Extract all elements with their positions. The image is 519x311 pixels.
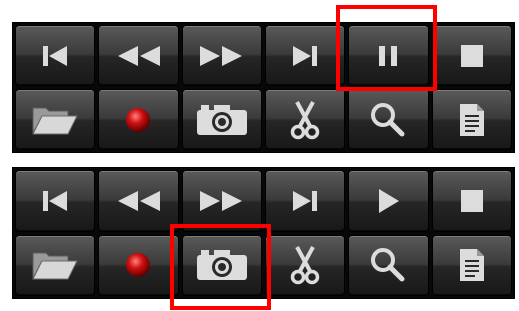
record-button[interactable] — [98, 234, 179, 296]
play-button[interactable] — [348, 170, 429, 232]
rewind-button[interactable] — [98, 25, 179, 86]
magnifier-icon — [371, 248, 405, 282]
pause-icon — [379, 45, 398, 66]
record-icon — [126, 253, 151, 278]
record-icon — [126, 107, 151, 132]
fast-forward-icon — [199, 190, 242, 211]
zoom-button[interactable] — [348, 234, 429, 296]
stop-button[interactable] — [431, 25, 512, 86]
skip-to-start-icon — [43, 45, 68, 66]
skip-to-end-icon — [293, 45, 318, 66]
cut-button[interactable] — [265, 234, 346, 296]
folder-icon — [32, 252, 78, 280]
fast-forward-button[interactable] — [181, 170, 262, 232]
stop-button[interactable] — [431, 170, 512, 232]
rewind-icon — [118, 190, 161, 211]
player-control-panel-1 — [12, 22, 515, 153]
skip-to-start-icon — [43, 190, 68, 211]
record-button[interactable] — [98, 89, 179, 150]
play-icon — [379, 188, 400, 213]
fast-forward-button[interactable] — [181, 25, 262, 86]
rewind-icon — [118, 45, 161, 66]
snapshot-button[interactable] — [181, 234, 262, 296]
fast-forward-icon — [199, 45, 242, 66]
zoom-button[interactable] — [348, 89, 429, 150]
document-button[interactable] — [431, 89, 512, 150]
document-icon — [459, 103, 484, 136]
open-folder-button[interactable] — [15, 89, 96, 150]
skip-to-end-button[interactable] — [265, 170, 346, 232]
document-button[interactable] — [431, 234, 512, 296]
skip-to-start-button[interactable] — [15, 25, 96, 86]
skip-to-start-button[interactable] — [15, 170, 96, 232]
scissors-icon — [290, 100, 320, 139]
pause-button[interactable] — [348, 25, 429, 86]
skip-to-end-button[interactable] — [265, 25, 346, 86]
folder-icon — [32, 107, 78, 134]
snapshot-button[interactable] — [181, 89, 262, 150]
document-icon — [459, 249, 484, 282]
camera-icon — [196, 250, 247, 281]
skip-to-end-icon — [293, 190, 318, 211]
cut-button[interactable] — [265, 89, 346, 150]
player-control-panel-2 — [12, 167, 515, 299]
rewind-button[interactable] — [98, 170, 179, 232]
open-folder-button[interactable] — [15, 234, 96, 296]
magnifier-icon — [371, 102, 405, 136]
stop-icon — [460, 189, 483, 212]
stop-icon — [460, 44, 483, 67]
camera-icon — [196, 104, 247, 135]
scissors-icon — [290, 246, 320, 285]
